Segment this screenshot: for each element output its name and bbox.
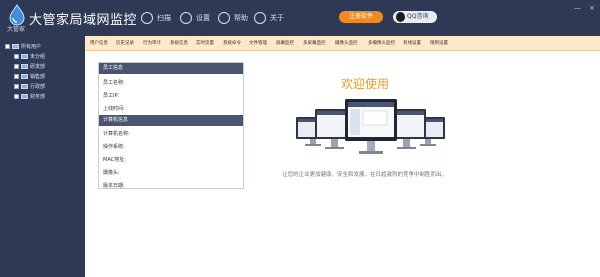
info-panel: 员工信息 员工名称: 员工IP: 上线时间: 计算机信息 计算机名称: 操作系统… [98,62,244,189]
version-date-label: 版本日期: [103,183,125,189]
expand-icon [14,94,19,99]
qq-label: QQ咨询 [407,13,429,20]
mac-address-label: MAC地址: [103,157,126,163]
tab-wired-settings[interactable]: 有线设置 [403,40,421,46]
tree-item-group[interactable]: 销售部 [14,73,45,80]
logo-subtitle: 大管家 [7,26,26,33]
tab-camera-monitor[interactable]: 摄像头监控 [335,40,358,46]
help-label: 帮助 [234,14,248,22]
tree-item-label: 行政部 [30,84,46,90]
employee-info-header: 员工信息 [99,63,243,74]
computer-icon [21,84,28,89]
close-button[interactable]: × [589,4,595,12]
computer-icon [21,54,28,59]
tab-restriction-settings[interactable]: 限制设置 [430,40,448,46]
tab-behavior-audit[interactable]: 行为审计 [143,40,161,46]
register-button[interactable]: 注册软件 [339,11,383,23]
title-bar: 大管家 大管家局域网监控 扫描 设置 帮助 关于 注册软件 QQ咨询 — × [0,0,600,36]
computer-icon [21,94,28,99]
employee-name-label: 员工名称: [103,80,125,86]
collapse-icon [5,44,10,49]
employee-ip-label: 员工IP: [103,93,120,99]
tree-root[interactable]: 所有用户 [5,43,41,50]
computer-name-label: 计算机名称: [103,131,130,137]
tree-item-label: 未分组 [30,54,46,60]
os-label: 操作系统: [103,144,125,150]
expand-icon [14,64,19,69]
qq-icon [396,12,405,22]
sidebar: 所有用户 未分组 研发部 销售部 行政部 财务部 [0,36,85,277]
app-title: 大管家局域网监控 [29,13,138,28]
scan-button[interactable]: 扫描 [141,10,171,26]
tree-item-group[interactable]: 未分组 [14,53,45,60]
qq-consult-button[interactable]: QQ咨询 [393,11,437,23]
minimize-button[interactable]: — [574,4,581,12]
camera-label: 摄像头: [103,170,120,176]
about-icon [254,12,266,24]
computer-icon [21,74,28,79]
settings-button[interactable]: 设置 [180,10,210,26]
tab-screen-monitor[interactable]: 屏幕监控 [276,40,294,46]
settings-label: 设置 [196,14,210,22]
tab-system-info[interactable]: 系统信息 [170,40,188,46]
tab-file-manager[interactable]: 文件管理 [249,40,267,46]
computer-info-header: 计算机信息 [99,115,243,126]
function-tab-bar: 用户信息 历史记录 行为审计 系统信息 实时流量 系统命令 文件管理 屏幕监控 … [85,36,600,51]
welcome-heading: 欢迎使用 [341,77,390,91]
scan-icon [141,12,153,24]
online-time-label: 上线时间: [103,106,125,112]
tree-item-label: 财务部 [30,94,46,100]
computer-icon [21,64,28,69]
tab-user-info[interactable]: 用户信息 [90,40,108,46]
tree-item-label: 研发部 [30,64,46,70]
computer-group-icon [12,44,19,49]
tab-system-command[interactable]: 系统命令 [223,40,241,46]
tree-item-group[interactable]: 财务部 [14,93,45,100]
tree-item-group[interactable]: 行政部 [14,83,45,90]
tab-multi-camera-monitor[interactable]: 多摄像头监控 [368,40,395,46]
tab-multi-screen-monitor[interactable]: 多屏幕监控 [303,40,326,46]
monitor-center-icon [345,99,397,154]
tree-item-group[interactable]: 研发部 [14,63,45,70]
expand-icon [14,84,19,89]
expand-icon [14,54,19,59]
tab-realtime-traffic[interactable]: 实时流量 [196,40,214,46]
about-button[interactable]: 关于 [254,10,284,26]
tree-root-label: 所有用户 [21,44,42,50]
expand-icon [14,74,19,79]
help-button[interactable]: 帮助 [218,10,248,26]
scan-label: 扫描 [157,14,171,22]
help-icon [218,12,230,24]
about-label: 关于 [270,14,284,22]
tab-history[interactable]: 历史记录 [116,40,134,46]
tree-item-label: 销售部 [30,74,46,80]
gear-icon [180,12,192,24]
monitors-illustration [296,99,445,154]
welcome-slogan: 让您的企业更加健康、安全和发展，在日趋激烈的竞争中制胜而出。 [282,172,448,178]
